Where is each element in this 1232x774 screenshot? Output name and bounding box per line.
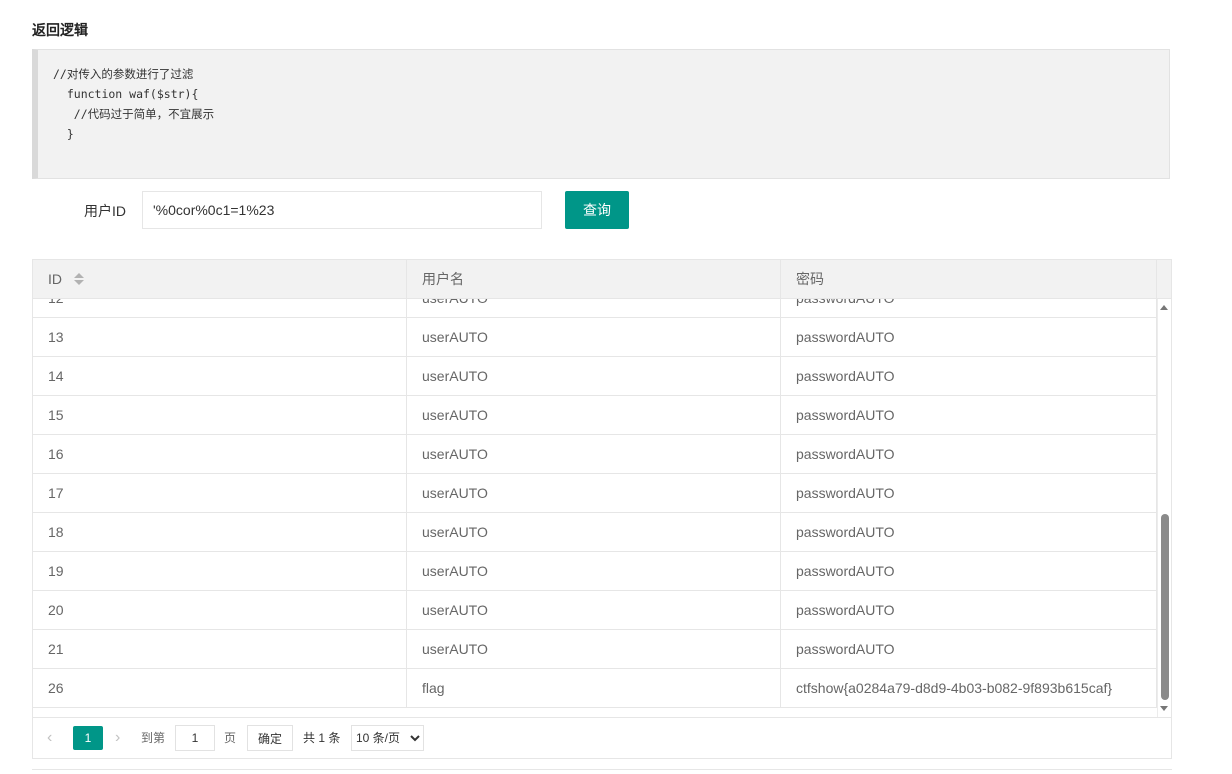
divider [32, 769, 1172, 770]
column-header-password: 密码 [781, 260, 1157, 298]
column-header-label: 密码 [796, 271, 824, 287]
cell-id: 20 [33, 591, 407, 629]
section-title: 返回逻辑 [32, 22, 88, 38]
table-row: 15 userAUTO passwordAUTO [33, 396, 1157, 435]
cell-username: userAUTO [407, 552, 781, 590]
cell-password: passwordAUTO [781, 630, 1157, 668]
table-row: 20 userAUTO passwordAUTO [33, 591, 1157, 630]
results-table: ID 用户名 密码 12userAUTOpasswordAUTO13userAU… [32, 259, 1172, 759]
cell-password: passwordAUTO [781, 513, 1157, 551]
cell-id: 14 [33, 357, 407, 395]
cell-id: 17 [33, 474, 407, 512]
column-header-id[interactable]: ID [33, 260, 407, 298]
sort-icon[interactable] [73, 273, 84, 286]
cell-password: passwordAUTO [781, 396, 1157, 434]
user-id-input[interactable] [142, 191, 542, 229]
next-page-icon[interactable]: › [115, 728, 120, 748]
goto-label: 到第 [141, 731, 166, 745]
column-header-username: 用户名 [407, 260, 781, 298]
cell-password: passwordAUTO [781, 435, 1157, 473]
query-form: 用户ID 查询 [32, 191, 732, 229]
cell-username: userAUTO [407, 474, 781, 512]
cell-password: passwordAUTO [781, 357, 1157, 395]
cell-id: 16 [33, 435, 407, 473]
cell-username: flag [407, 669, 781, 707]
table-row: 13 userAUTO passwordAUTO [33, 318, 1157, 357]
code-line: } [53, 127, 74, 141]
query-button[interactable]: 查询 [565, 191, 629, 229]
user-id-label: 用户ID [84, 203, 126, 219]
table-row: 14 userAUTO passwordAUTO [33, 357, 1157, 396]
cell-password: passwordAUTO [781, 552, 1157, 590]
table-row: 18 userAUTO passwordAUTO [33, 513, 1157, 552]
table-scrollbar[interactable] [1157, 299, 1171, 717]
scroll-up-arrow-icon[interactable] [1160, 305, 1168, 310]
table-row: 21 userAUTO passwordAUTO [33, 630, 1157, 669]
pagination: ‹ 1 › 到第 页 确定 共 1 条 10 条/页 [33, 717, 1171, 758]
code-block: //对传入的参数进行了过滤 function waf($str){ //代码过于… [32, 49, 1170, 179]
cell-username: userAUTO [407, 299, 781, 317]
code-line: //代码过于简单，不宜展示 [53, 107, 215, 121]
cell-password: ctfshow{a0284a79-d8d9-4b03-b082-9f893b61… [781, 669, 1157, 707]
cell-username: userAUTO [407, 513, 781, 551]
table-rows: 12userAUTOpasswordAUTO13userAUTOpassword… [33, 299, 1157, 708]
prev-page-icon[interactable]: ‹ [47, 728, 52, 748]
cell-username: userAUTO [407, 591, 781, 629]
cell-id: 18 [33, 513, 407, 551]
table-row: 17 userAUTO passwordAUTO [33, 474, 1157, 513]
page-size-select[interactable]: 10 条/页 [351, 725, 424, 751]
cell-password: passwordAUTO [781, 318, 1157, 356]
cell-id: 21 [33, 630, 407, 668]
table-header: ID 用户名 密码 [33, 260, 1171, 299]
table-body[interactable]: 12userAUTOpasswordAUTO13userAUTOpassword… [33, 299, 1157, 717]
cell-username: userAUTO [407, 396, 781, 434]
column-header-label: 用户名 [422, 271, 464, 287]
cell-password: passwordAUTO [781, 591, 1157, 629]
total-count: 共 1 条 [303, 731, 341, 745]
scroll-down-arrow-icon[interactable] [1160, 706, 1168, 711]
page-unit-label: 页 [224, 731, 237, 745]
table-row: 19 userAUTO passwordAUTO [33, 552, 1157, 591]
cell-password: passwordAUTO [781, 474, 1157, 512]
cell-id: 19 [33, 552, 407, 590]
cell-id: 13 [33, 318, 407, 356]
current-page[interactable]: 1 [73, 726, 103, 750]
code-line: function waf($str){ [53, 87, 199, 101]
goto-confirm-button[interactable]: 确定 [247, 725, 293, 751]
cell-username: userAUTO [407, 318, 781, 356]
cell-id: 26 [33, 669, 407, 707]
cell-password: passwordAUTO [781, 299, 1157, 317]
goto-page-input[interactable] [175, 725, 215, 751]
cell-id: 15 [33, 396, 407, 434]
table-row: 12userAUTOpasswordAUTO [33, 299, 1157, 318]
cell-username: userAUTO [407, 435, 781, 473]
scroll-thumb[interactable] [1161, 514, 1169, 700]
cell-username: userAUTO [407, 357, 781, 395]
cell-username: userAUTO [407, 630, 781, 668]
column-header-label: ID [48, 271, 62, 287]
code-line: //对传入的参数进行了过滤 [53, 67, 194, 81]
cell-id: 12 [33, 299, 407, 317]
table-row: 16 userAUTO passwordAUTO [33, 435, 1157, 474]
table-row: 26 flag ctfshow{a0284a79-d8d9-4b03-b082-9f… [33, 669, 1157, 708]
